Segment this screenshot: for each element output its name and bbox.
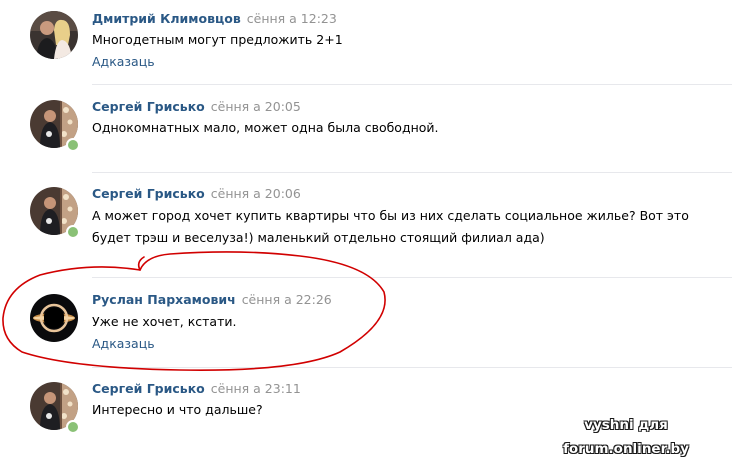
author-link[interactable]: Сергей Грисько xyxy=(92,186,205,201)
reply-link[interactable]: Адказаць xyxy=(92,336,155,351)
author-link[interactable]: Сергей Грисько xyxy=(92,381,205,396)
divider xyxy=(92,84,732,85)
comment-text: Однокомнатных мало, может одна была своб… xyxy=(92,120,439,135)
comment-header: Сергей Грисько сёння а 20:06 xyxy=(92,186,301,202)
author-link[interactable]: Сергей Грисько xyxy=(92,99,205,114)
comment-text: А может город хочет купить квартиры что … xyxy=(92,208,689,245)
avatar[interactable] xyxy=(30,11,78,59)
author-link[interactable]: Дмитрий Климовцов xyxy=(92,11,241,26)
avatar[interactable] xyxy=(30,294,78,342)
reply-link[interactable]: Адказаць xyxy=(92,54,155,69)
author-link[interactable]: Руслан Пархамович xyxy=(92,292,236,307)
divider xyxy=(92,172,732,173)
comment-header: Дмитрий Климовцов сёння а 12:23 xyxy=(92,11,337,27)
comment-date[interactable]: сёння а 12:23 xyxy=(247,11,337,26)
comment-header: Сергей Грисько сёння а 23:11 xyxy=(92,381,301,397)
comment-date[interactable]: сёння а 20:05 xyxy=(211,99,301,114)
comment-text: Многодетным могут предложить 2+1 xyxy=(92,32,343,47)
comment-header: Руслан Пархамович сёння а 22:26 xyxy=(92,292,332,308)
comment-header: Сергей Грисько сёння а 20:05 xyxy=(92,99,301,115)
comment-date[interactable]: сёння а 23:11 xyxy=(211,381,301,396)
online-indicator xyxy=(66,138,80,152)
watermark: vyshni для forum.onliner.by xyxy=(520,413,732,457)
online-indicator xyxy=(66,225,80,239)
comment-text: Уже не хочет, кстати. xyxy=(92,314,237,329)
divider xyxy=(92,277,732,278)
divider xyxy=(92,367,732,368)
comment-date[interactable]: сёння а 22:26 xyxy=(242,292,332,307)
comment-date[interactable]: сёння а 20:06 xyxy=(211,186,301,201)
online-indicator xyxy=(66,420,80,434)
